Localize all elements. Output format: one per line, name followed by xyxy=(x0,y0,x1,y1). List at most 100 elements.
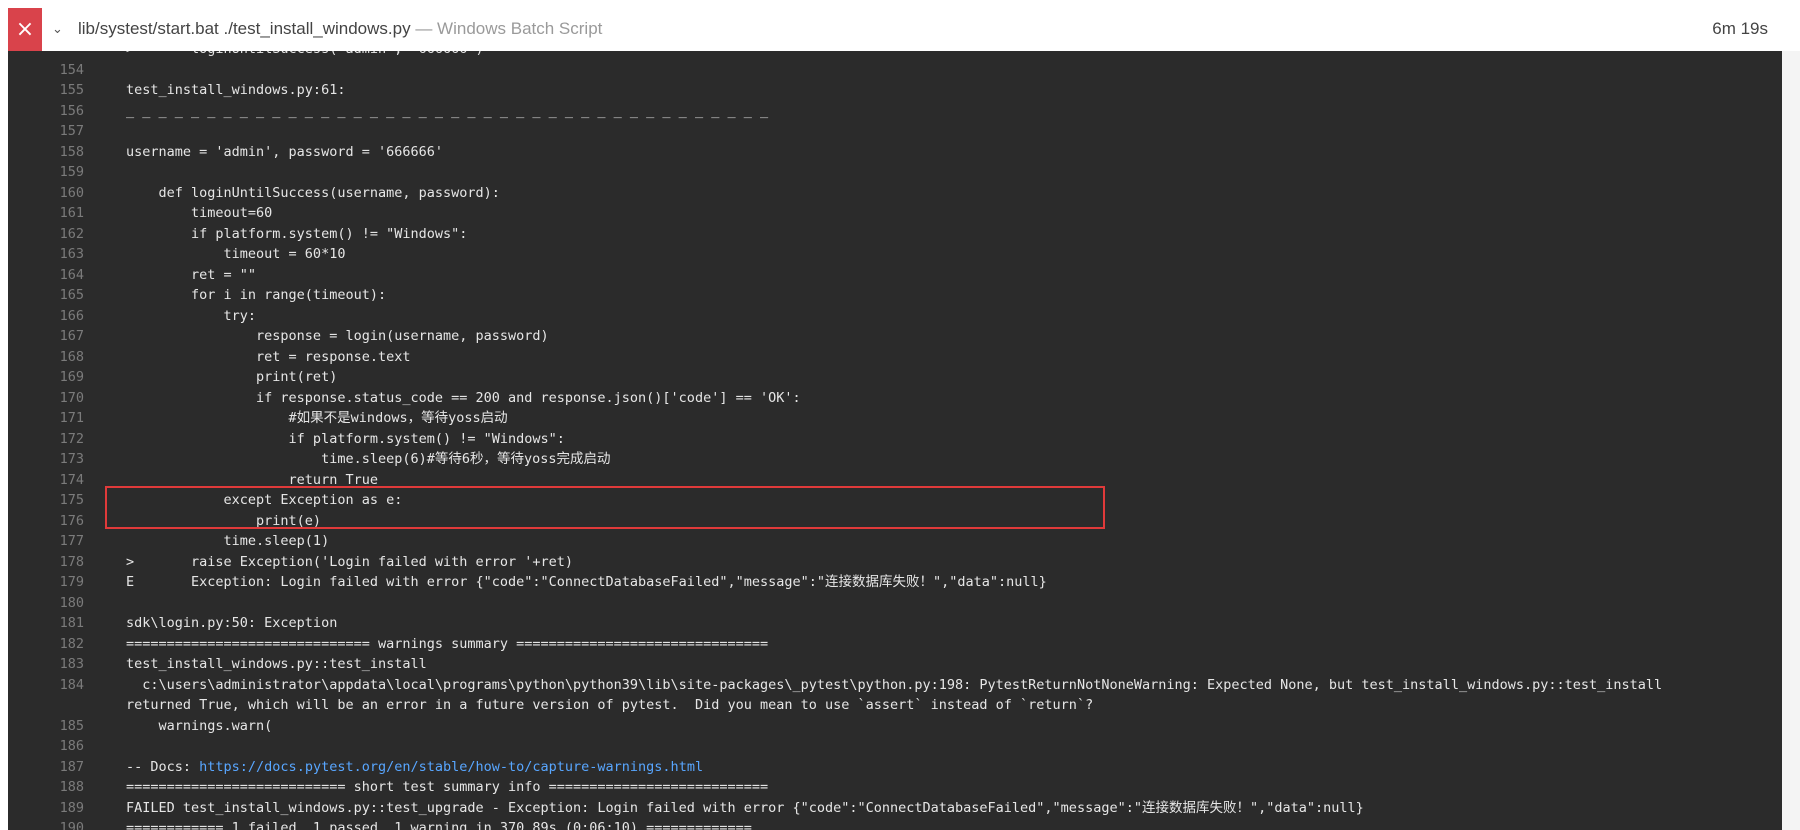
chevron-down-icon[interactable]: ⌄ xyxy=(52,21,70,39)
log-text-content: print(ret) xyxy=(126,369,338,385)
log-text: return True xyxy=(126,470,378,490)
log-text: ret = "" xyxy=(126,265,256,285)
log-text-content: test_install_windows.py::test_install xyxy=(126,656,427,672)
line-number[interactable]: 155 xyxy=(8,80,84,100)
line-number[interactable]: 164 xyxy=(8,265,84,285)
log-text-content: ============ 1 failed, 1 passed, 1 warni… xyxy=(126,820,752,830)
log-line: 162 if platform.system() != "Windows": xyxy=(8,224,1782,244)
log-line: 171 #如果不是windows，等待yoss启动 xyxy=(8,408,1782,428)
line-number[interactable]: 184 xyxy=(8,675,84,695)
log-section-header: × ⌄ lib/systest/start.bat ./test_install… xyxy=(8,8,1782,52)
line-number[interactable]: 166 xyxy=(8,306,84,326)
log-text-content: def loginUntilSuccess(username, password… xyxy=(126,184,500,201)
line-number[interactable]: 168 xyxy=(8,347,84,367)
line-number[interactable]: 162 xyxy=(8,224,84,244)
log-line: 168 ret = response.text xyxy=(8,347,1782,367)
line-number[interactable]: 170 xyxy=(8,388,84,408)
line-number[interactable]: 160 xyxy=(8,183,84,203)
log-line: 170 if response.status_code == 200 and r… xyxy=(8,388,1782,408)
log-text: def loginUntilSuccess(username, password… xyxy=(126,183,500,203)
log-text-content: returned True, which will be an error in… xyxy=(126,697,1094,713)
log-text-content: warnings.warn( xyxy=(126,717,273,734)
line-number[interactable]: 190 xyxy=(8,818,84,830)
line-number[interactable]: 180 xyxy=(8,593,84,613)
log-text: =========================== short test s… xyxy=(126,777,768,797)
log-text-content: timeout=60 xyxy=(126,205,273,221)
line-number[interactable]: 188 xyxy=(8,777,84,797)
line-number[interactable]: 176 xyxy=(8,511,84,531)
line-number[interactable]: 173 xyxy=(8,449,84,469)
log-text-content: _ _ _ _ _ _ _ _ _ _ _ _ _ _ _ _ _ _ _ _ … xyxy=(126,102,769,119)
log-line: 179 E Exception: Login failed with error … xyxy=(8,572,1782,592)
line-number[interactable]: 171 xyxy=(8,408,84,428)
log-text-content: time.sleep(6)#等待6秒，等待yoss完成启动 xyxy=(126,451,611,467)
log-line: 161 timeout=60 xyxy=(8,203,1782,223)
line-number[interactable]: 186 xyxy=(8,736,84,756)
log-line: 181 sdk\login.py:50: Exception xyxy=(8,613,1782,633)
log-text: time.sleep(6)#等待6秒，等待yoss完成启动 xyxy=(126,449,611,469)
log-text-content: ret = response.text xyxy=(126,348,411,365)
line-number[interactable]: 183 xyxy=(8,654,84,674)
line-number[interactable]: 172 xyxy=(8,429,84,449)
line-number[interactable]: 182 xyxy=(8,634,84,654)
line-number[interactable]: 165 xyxy=(8,285,84,305)
log-text-content: username = 'admin', password = '666666' xyxy=(126,143,443,160)
log-text: FAILED test_install_windows.py::test_upg… xyxy=(126,798,1364,818)
log-text-content: for i in range(timeout): xyxy=(126,287,387,303)
log-line: 166 try: xyxy=(8,306,1782,326)
line-number[interactable]: 175 xyxy=(8,490,84,510)
line-number[interactable]: 179 xyxy=(8,572,84,592)
log-text: warnings.warn( xyxy=(126,716,273,736)
line-number[interactable]: 174 xyxy=(8,470,84,490)
log-text: timeout=60 xyxy=(126,203,272,223)
line-number[interactable]: 169 xyxy=(8,367,84,387)
log-line: returned True, which will be an error in… xyxy=(8,695,1782,715)
line-number[interactable]: 163 xyxy=(8,244,84,264)
log-text-content: response = login(username, password) xyxy=(126,328,549,344)
line-number[interactable]: 159 xyxy=(8,162,84,182)
log-text: ret = response.text xyxy=(126,347,410,367)
close-icon[interactable]: × xyxy=(8,8,42,51)
log-line: 167 response = login(username, password) xyxy=(8,326,1782,346)
line-number[interactable]: 154 xyxy=(8,60,84,80)
log-text-content: sdk\login.py:50: Exception xyxy=(126,615,338,631)
log-line: 158 username = 'admin', password = '66666… xyxy=(8,142,1782,162)
line-number[interactable]: 157 xyxy=(8,121,84,141)
log-text: if platform.system() != "Windows": xyxy=(126,429,565,449)
line-number[interactable]: 158 xyxy=(8,142,84,162)
log-text: username = 'admin', password = '666666' xyxy=(126,142,443,162)
line-number[interactable]: 187 xyxy=(8,757,84,777)
line-number[interactable]: 177 xyxy=(8,531,84,551)
log-text-content: except Exception as e: xyxy=(126,492,403,508)
log-line: 173 time.sleep(6)#等待6秒，等待yoss完成启动 xyxy=(8,449,1782,469)
log-text: _ _ _ _ _ _ _ _ _ _ _ _ _ _ _ _ _ _ _ _ … xyxy=(126,101,768,121)
step-title[interactable]: lib/systest/start.bat ./test_install_win… xyxy=(78,19,602,39)
log-text-content: return True xyxy=(126,471,378,488)
log-text: if platform.system() != "Windows": xyxy=(126,224,467,244)
log-text-content: if platform.system() != "Windows": xyxy=(126,225,468,242)
log-text-content: c:\users\administrator\appdata\local\pro… xyxy=(126,676,1663,693)
line-number[interactable]: 189 xyxy=(8,798,84,818)
line-number[interactable]: 156 xyxy=(8,101,84,121)
line-number[interactable]: 181 xyxy=(8,613,84,633)
log-line: 160 def loginUntilSuccess(username, pass… xyxy=(8,183,1782,203)
log-line: 165 for i in range(timeout): xyxy=(8,285,1782,305)
log-line: 190 ============ 1 failed, 1 passed, 1 wa… xyxy=(8,818,1782,830)
line-number[interactable]: 178 xyxy=(8,552,84,572)
log-text-content: ret = "" xyxy=(126,266,257,283)
log-text-content: > loginUntilSuccess("admin", "666666") xyxy=(126,51,484,57)
log-line: 178 > raise Exception('Login failed with … xyxy=(8,552,1782,572)
step-command: lib/systest/start.bat ./test_install_win… xyxy=(78,19,411,38)
step-duration: 6m 19s xyxy=(1712,19,1768,38)
docs-link[interactable]: https://docs.pytest.org/en/stable/how-to… xyxy=(199,759,703,775)
log-line: 155 test_install_windows.py:61: xyxy=(8,80,1782,100)
scrollbar[interactable] xyxy=(1782,51,1800,830)
log-line: 163 timeout = 60*10 xyxy=(8,244,1782,264)
log-text-content: test_install_windows.py:61: xyxy=(126,82,346,98)
log-line: 177 time.sleep(1) xyxy=(8,531,1782,551)
log-text: > loginUntilSuccess("admin", "666666") xyxy=(126,51,484,59)
line-number[interactable]: 185 xyxy=(8,716,84,736)
log-line: 157 xyxy=(8,121,1782,141)
line-number[interactable]: 161 xyxy=(8,203,84,223)
line-number[interactable]: 167 xyxy=(8,326,84,346)
